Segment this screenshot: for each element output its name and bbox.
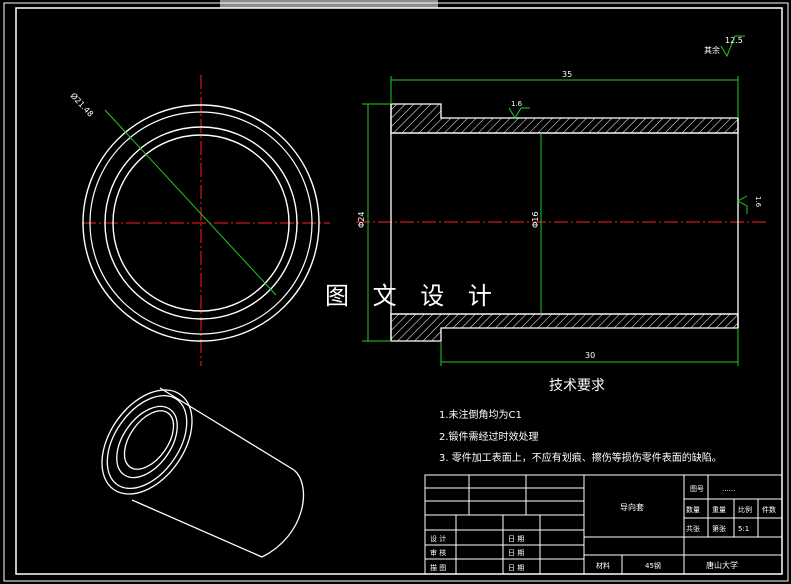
part-name: 导向套	[620, 502, 644, 512]
qty-label: 数量	[686, 505, 700, 514]
drawing-no-value: ......	[722, 485, 735, 493]
school-name: 唐山大学	[706, 560, 738, 570]
scale-value: 5:1	[738, 525, 749, 533]
dim-inner-diameter: Φ16	[531, 212, 540, 228]
sheet-label-2: 第张	[712, 524, 726, 533]
design-label: 设 计	[430, 534, 446, 543]
weight-label: 重量	[712, 506, 726, 514]
tech-item-2: 2.锻件需经过时效处理	[439, 430, 539, 443]
tech-item-1: 1.未注倒角均为C1	[439, 408, 522, 421]
sheet-label: 共张	[686, 524, 700, 533]
general-roughness: 12.5 其余	[704, 35, 745, 58]
date-label-3: 日 期	[508, 564, 524, 572]
scale-label: 比例	[738, 505, 752, 514]
front-view: Ø21.48	[69, 75, 330, 366]
tech-item-3: 3. 零件加工表面上，不应有划痕、擦伤等损伤零件表面的缺陷。	[439, 451, 722, 464]
drawing-no-label: 图号	[690, 485, 704, 493]
date-label-2: 日 期	[508, 549, 524, 557]
tech-title: 技术要求	[549, 378, 605, 394]
dim-outer-diameter: Φ24	[357, 212, 366, 228]
material-label: 材料	[596, 561, 610, 570]
isometric-view	[101, 387, 305, 558]
tech-requirements: 技术要求 1.未注倒角均为C1 2.锻件需经过时效处理 3. 零件加工表面上，不…	[439, 378, 722, 464]
watermark-text: 图 文 设 计	[325, 282, 500, 310]
material-value: 45钢	[645, 561, 661, 570]
roughness-right: 1.6	[754, 196, 762, 208]
diameter-label: Ø21.48	[69, 91, 96, 119]
section-view: 35 30 Φ24 Φ16 1.6 1.6	[356, 70, 768, 366]
dim-length-total: 35	[562, 70, 572, 79]
count-label: 件数	[762, 505, 776, 514]
check-label: 审 核	[430, 548, 446, 557]
diameter-leader	[104, 109, 277, 296]
approve-label: 描 图	[430, 563, 446, 572]
roughness-general-label: 其余	[704, 45, 720, 55]
roughness-general-value: 12.5	[725, 36, 743, 45]
date-label-1: 日 期	[508, 535, 524, 543]
roughness-top: 1.6	[511, 100, 523, 108]
dim-length-bottom: 30	[585, 351, 595, 360]
